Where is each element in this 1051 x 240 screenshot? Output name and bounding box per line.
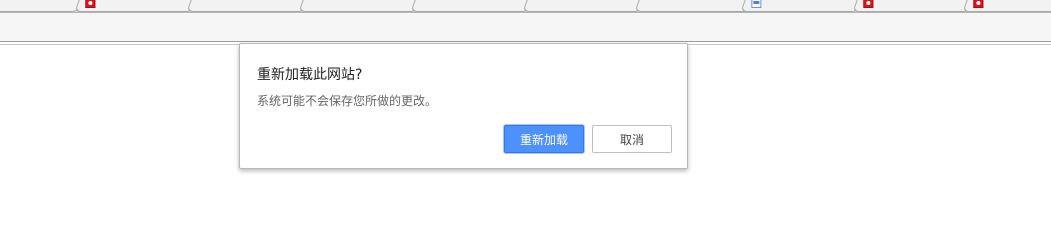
dialog-title: 重新加载此网站? — [257, 67, 363, 83]
blue-page-icon — [751, 0, 762, 8]
browser-tab[interactable] — [186, 0, 312, 12]
browser-tab[interactable] — [962, 0, 1051, 12]
browser-tab[interactable] — [410, 0, 536, 12]
cancel-button[interactable]: 取消 — [592, 125, 672, 153]
red-logo-icon — [863, 0, 874, 8]
dialog-message: 系统可能不会保存您所做的更改。 — [257, 94, 438, 108]
browser-tab[interactable] — [522, 0, 648, 12]
blank-page-icon — [197, 0, 207, 8]
browser-toolbar — [0, 12, 1051, 42]
blank-page-icon — [309, 0, 319, 8]
browser-tab[interactable] — [0, 0, 86, 12]
browser-tab[interactable] — [740, 0, 866, 12]
toolbar-divider — [0, 41, 1051, 42]
blank-page-icon — [645, 0, 655, 8]
reload-button[interactable]: 重新加载 — [504, 125, 584, 153]
red-logo-icon — [973, 0, 984, 8]
browser-tab[interactable] — [852, 0, 978, 12]
browser-tab[interactable] — [298, 0, 424, 12]
browser-tab[interactable] — [634, 0, 760, 12]
red-logo-icon — [85, 0, 96, 8]
blank-page-icon — [421, 0, 431, 8]
reload-confirm-dialog: 重新加载此网站? 系统可能不会保存您所做的更改。 重新加载 取消 — [239, 43, 688, 169]
blank-page-icon — [533, 0, 543, 8]
browser-tab[interactable] — [74, 0, 200, 12]
tab-strip — [0, 0, 1051, 12]
